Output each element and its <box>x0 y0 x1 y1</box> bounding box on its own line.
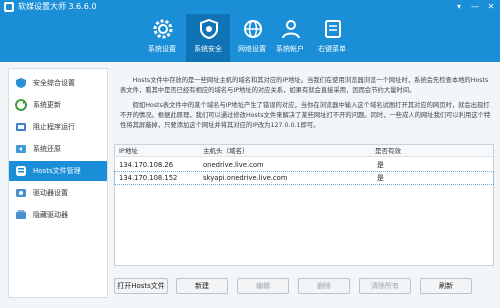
sidebar-item-hide-drives[interactable]: 隐藏驱动器 <box>9 205 107 225</box>
sidebar-item-block-programs[interactable]: 阻止程序运行 <box>9 117 107 137</box>
sidebar-item-security-overview[interactable]: 安全综合设置 <box>9 73 107 93</box>
tab-label: 系统安全 <box>194 45 222 53</box>
hosts-panel: Hosts文件中存放的是一些网址主机的域名和其对应的IP地址。当我们在使用浏览器… <box>114 68 494 300</box>
app-title: 软媒设置大师 3.6.6.0 <box>18 2 97 11</box>
restore-icon <box>16 145 26 153</box>
new-button[interactable]: 新建 <box>176 278 228 294</box>
tab-label: 系统设置 <box>148 45 176 53</box>
block-icon <box>16 123 26 131</box>
tab-context-menu[interactable]: 右键菜单 <box>310 14 354 62</box>
column-header-host[interactable]: 主机头（域名） <box>203 147 249 155</box>
tab-system-settings[interactable]: 系统设置 <box>140 14 184 62</box>
tab-label: 系统帐户 <box>276 45 304 53</box>
gear-icon <box>153 19 173 39</box>
refresh-button[interactable]: 刷新 <box>420 278 472 294</box>
sidebar-item-label: 安全综合设置 <box>33 79 75 87</box>
tab-system-security[interactable]: 系统安全 <box>186 14 230 62</box>
cell-host: skyapi.onedrive.live.com <box>203 174 288 182</box>
main-toolbar: 系统设置 系统安全 网络设置 系统帐户 右键菜单 <box>0 14 500 62</box>
column-header-valid[interactable]: 是否有效 <box>375 147 401 155</box>
menu-dropdown-icon[interactable]: ▾ <box>454 1 464 12</box>
cell-host: onedrive.live.com <box>203 161 264 169</box>
refresh-icon <box>15 99 27 111</box>
cell-valid: 是 <box>377 174 384 182</box>
shield-icon <box>200 18 218 40</box>
minimize-icon[interactable]: — <box>470 1 480 12</box>
hidden-drive-icon <box>16 210 26 219</box>
sidebar-item-label: 系统更新 <box>33 101 61 109</box>
edit-button[interactable]: 编辑 <box>237 278 289 294</box>
cell-ip: 134.170.108.26 <box>119 161 174 169</box>
action-buttons: 打开Hosts文件 新建 编辑 删除 清除所有 刷新 <box>114 278 494 294</box>
table-row[interactable]: 134.170.108.152 skyapi.onedrive.live.com… <box>114 171 494 185</box>
description-paragraph: Hosts文件中存放的是一些网址主机的域名和其对应的IP地址。当我们在使用浏览器… <box>120 77 489 94</box>
close-icon[interactable]: ✕ <box>486 1 496 12</box>
clear-all-button[interactable]: 清除所有 <box>359 278 411 294</box>
cell-ip: 134.170.108.152 <box>119 174 178 182</box>
main-area: 安全综合设置 系统更新 阻止程序运行 系统还原 Hosts文件管理 驱动器设置 … <box>0 62 500 308</box>
shield-icon <box>16 78 26 88</box>
sidebar-item-label: 阻止程序运行 <box>33 123 75 131</box>
sidebar-item-hosts-file[interactable]: Hosts文件管理 <box>9 161 107 181</box>
user-icon <box>282 20 300 39</box>
description-paragraph: 假如Hosts表文件中的某个域名与IP地址产生了错误的对应，当你在浏览器中输入这… <box>120 102 491 129</box>
hosts-table[interactable]: IP地址 主机头（域名） 是否有效 134.170.108.26 onedriv… <box>114 144 494 266</box>
sidebar-item-drive-settings[interactable]: 驱动器设置 <box>9 183 107 203</box>
cell-valid: 是 <box>377 161 384 169</box>
sidebar-item-label: 隐藏驱动器 <box>33 211 68 219</box>
hosts-file-icon <box>16 166 26 176</box>
title-bar: 软媒设置大师 3.6.6.0 ▾ — ✕ <box>0 0 500 14</box>
delete-button[interactable]: 删除 <box>298 278 350 294</box>
context-menu-icon <box>325 20 341 38</box>
app-logo-icon <box>4 2 14 12</box>
tab-system-accounts[interactable]: 系统帐户 <box>268 14 312 62</box>
table-row[interactable]: 134.170.108.26 onedrive.live.com 是 <box>115 159 493 171</box>
window-controls: ▾ — ✕ <box>454 1 496 12</box>
sidebar-item-system-update[interactable]: 系统更新 <box>9 95 107 115</box>
globe-icon <box>244 20 262 38</box>
sidebar: 安全综合设置 系统更新 阻止程序运行 系统还原 Hosts文件管理 驱动器设置 … <box>8 68 108 298</box>
sidebar-item-label: 驱动器设置 <box>33 189 68 197</box>
sidebar-item-system-restore[interactable]: 系统还原 <box>9 139 107 159</box>
table-header: IP地址 主机头（域名） 是否有效 <box>115 145 493 157</box>
column-header-ip[interactable]: IP地址 <box>119 147 138 155</box>
tab-label: 右键菜单 <box>318 45 346 53</box>
hosts-description: Hosts文件中存放的是一些网址主机的域名和其对应的IP地址。当我们在使用浏览器… <box>120 76 492 136</box>
sidebar-item-label: 系统还原 <box>33 145 61 153</box>
drive-icon <box>16 189 26 197</box>
sidebar-item-label: Hosts文件管理 <box>33 167 81 175</box>
open-hosts-button[interactable]: 打开Hosts文件 <box>114 278 168 294</box>
